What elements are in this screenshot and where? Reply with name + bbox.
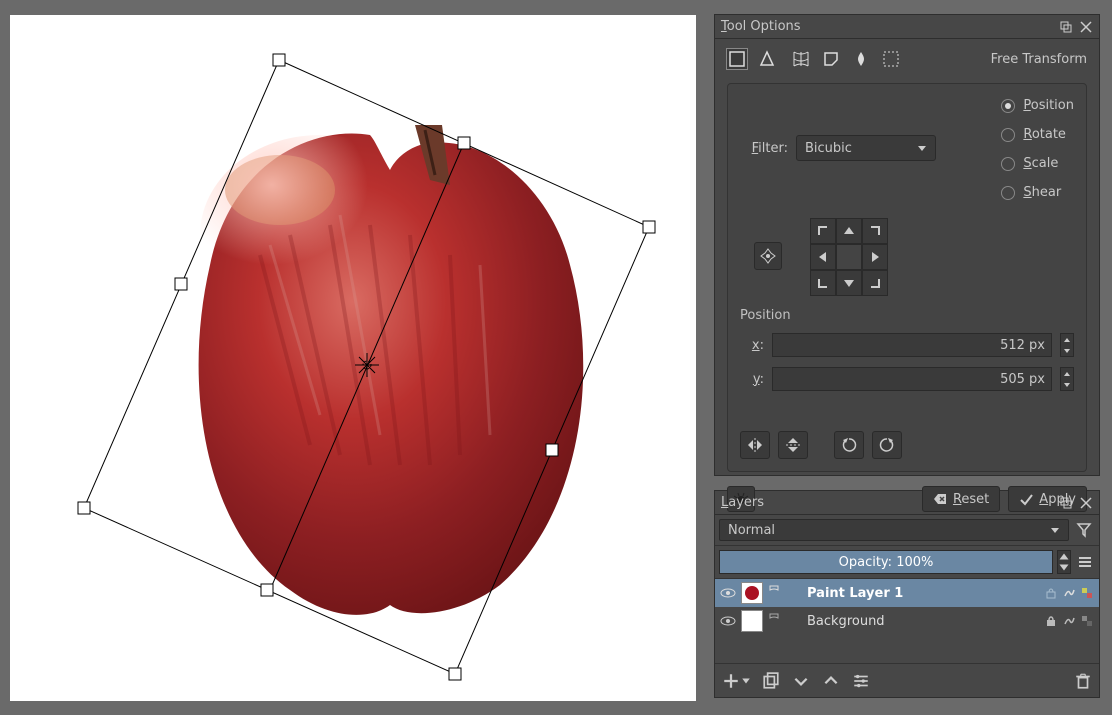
y-input[interactable]: 505 px [772,367,1052,391]
layer-tag-icon [767,612,781,630]
x-stepper[interactable] [1060,333,1074,357]
chevron-down-icon [917,143,927,153]
canvas[interactable] [10,15,696,701]
anchor-b[interactable] [836,270,862,296]
y-stepper[interactable] [1060,367,1074,391]
chevron-down-icon [1050,525,1060,535]
anchor-grid [810,218,888,296]
delete-layer-button[interactable] [1073,671,1093,691]
flip-vertical-button[interactable] [778,431,808,459]
layer-tag-icon [767,584,781,602]
y-label: y: [740,372,764,387]
liquify-mode-icon[interactable] [851,49,871,69]
visibility-icon[interactable] [719,584,737,602]
move-layer-down-button[interactable] [791,671,811,691]
anchor-tr[interactable] [862,218,888,244]
anchor-tl[interactable] [810,218,836,244]
flip-horizontal-button[interactable] [740,431,770,459]
layer-menu-icon[interactable] [1075,551,1095,573]
layer-name-label[interactable]: Background [785,614,1039,629]
free-transform-mode-icon[interactable] [727,49,747,69]
warp-mode-icon[interactable] [791,49,811,69]
alpha-icon[interactable] [1061,613,1077,629]
filter-label: Filter: [740,141,788,156]
inherit-alpha-icon[interactable] [1079,613,1095,629]
anchor-r[interactable] [862,244,888,270]
layer-thumbnail [741,582,763,604]
opacity-slider[interactable]: Opacity: 100% [719,550,1053,574]
tool-options-title: Tool Options [721,19,801,34]
layer-row[interactable]: Paint Layer 1 [715,579,1099,607]
anchor-t[interactable] [836,218,862,244]
close-icon[interactable] [1079,20,1093,34]
x-label: x: [740,338,764,353]
duplicate-layer-button[interactable] [761,671,781,691]
transform-origin-button[interactable] [754,242,782,270]
add-layer-dropdown-icon[interactable] [741,671,751,691]
layer-properties-button[interactable] [851,671,871,691]
anchor-bl[interactable] [810,270,836,296]
rotate-radio[interactable]: Rotate [1001,127,1074,142]
position-radio[interactable]: Position [1001,98,1074,113]
detach-icon[interactable] [1059,496,1073,510]
rotate-ccw-button[interactable] [834,431,864,459]
shear-radio[interactable]: Shear [1001,185,1074,200]
blend-mode-select[interactable]: Normal [719,519,1069,541]
alpha-icon[interactable] [1061,585,1077,601]
layer-filter-icon[interactable] [1073,519,1095,541]
rotate-cw-button[interactable] [872,431,902,459]
layer-name-label[interactable]: Paint Layer 1 [785,586,1039,601]
position-section-label: Position [740,308,1074,323]
anchor-c[interactable] [836,244,862,270]
lock-icon[interactable] [1043,613,1059,629]
cage-mode-icon[interactable] [821,49,841,69]
x-input[interactable]: 512 px [772,333,1052,357]
layer-row[interactable]: Background [715,607,1099,635]
tool-options-panel: Tool Options Free [714,14,1100,476]
layers-title: Layers [721,495,764,510]
backspace-icon [933,492,947,506]
filter-select[interactable]: Bicubic [796,135,936,161]
check-icon [1019,492,1033,506]
transform-mode-label: Free Transform [991,52,1087,67]
reset-button[interactable]: Reset [922,486,1000,512]
anchor-br[interactable] [862,270,888,296]
perspective-mode-icon[interactable] [757,49,777,69]
mesh-mode-icon[interactable] [881,49,901,69]
anchor-l[interactable] [810,244,836,270]
layers-panel: Layers Normal Opacity: 100% [714,490,1100,698]
lock-icon[interactable] [1043,585,1059,601]
move-layer-up-button[interactable] [821,671,841,691]
visibility-icon[interactable] [719,612,737,630]
scale-radio[interactable]: Scale [1001,156,1074,171]
detach-icon[interactable] [1059,20,1073,34]
layer-thumbnail [741,610,763,632]
inherit-alpha-icon[interactable] [1079,585,1095,601]
opacity-stepper[interactable] [1057,550,1071,574]
close-icon[interactable] [1079,496,1093,510]
add-layer-button[interactable] [721,671,741,691]
